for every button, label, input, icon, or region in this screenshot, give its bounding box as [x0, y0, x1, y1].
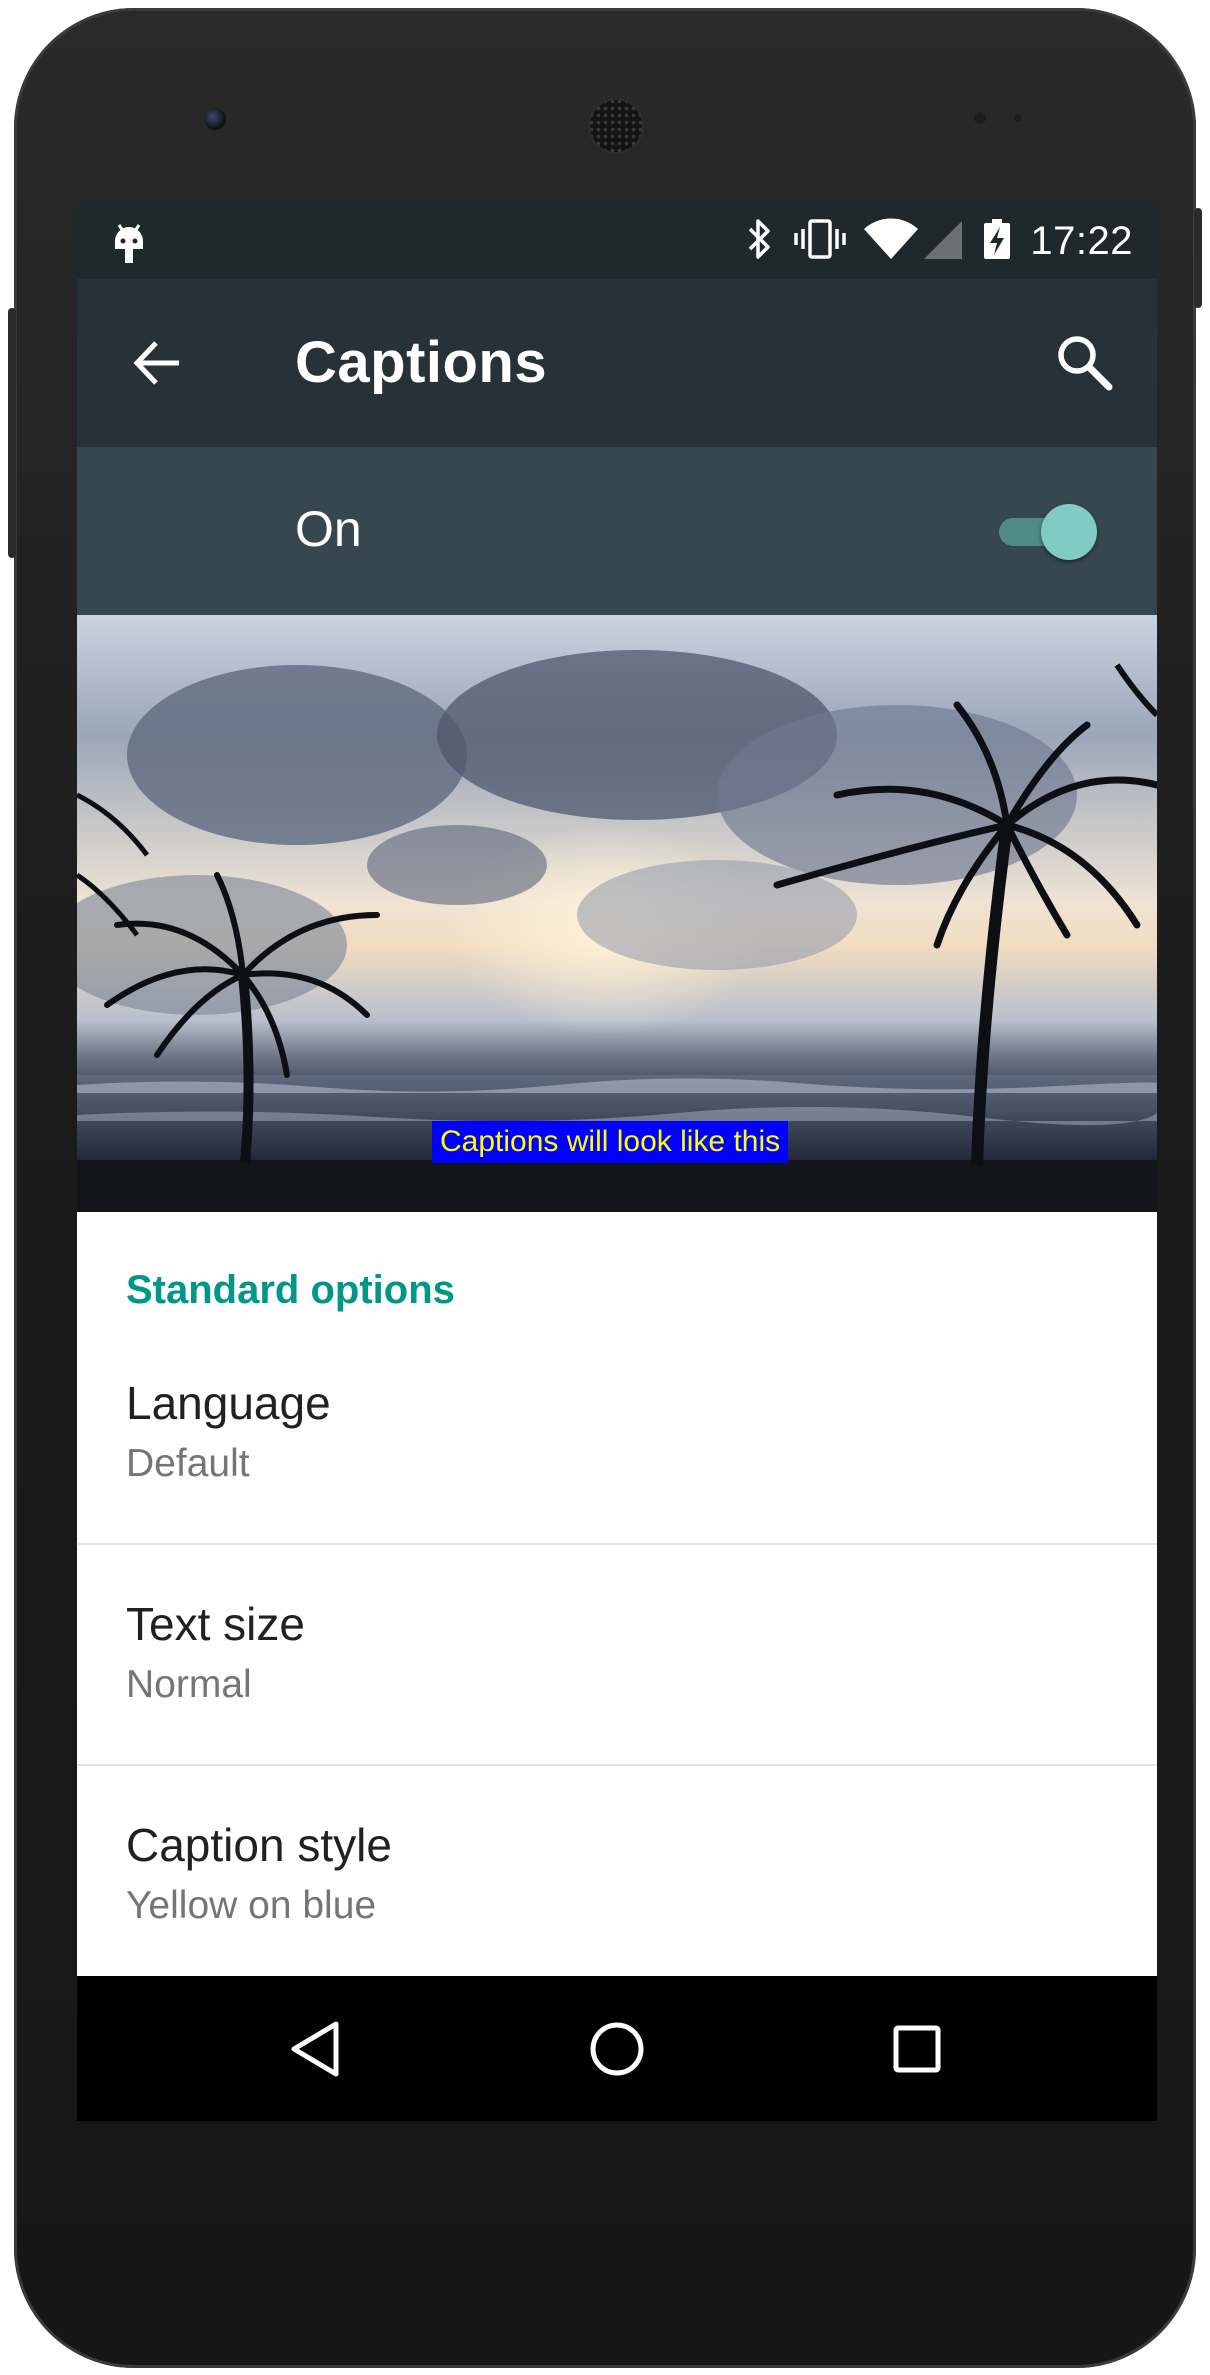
caption-sample-text: Captions will look like this [432, 1121, 789, 1163]
pref-summary: Default [126, 1442, 250, 1485]
preferences-list: Standard options Language Default Text s… [77, 1212, 1157, 1976]
pref-title: Language [126, 1377, 331, 1429]
pref-summary: Normal [126, 1663, 252, 1706]
pref-title: Text size [126, 1598, 305, 1650]
pref-title: Caption style [126, 1819, 392, 1871]
status-time: 17:22 [1030, 218, 1133, 263]
toggle-thumb [1041, 504, 1097, 560]
recents-square-icon[interactable] [884, 2016, 950, 2082]
earpiece-speaker [588, 98, 644, 154]
light-sensor [1014, 114, 1022, 122]
navigation-bar [77, 1976, 1157, 2121]
bluetooth-icon [744, 217, 776, 266]
vibrate-icon [794, 217, 847, 266]
captions-master-switch-bar[interactable]: On [77, 447, 1157, 615]
app-bar: Captions [77, 279, 1157, 447]
android-debug-icon [111, 221, 147, 270]
volume-button [1194, 208, 1202, 308]
pref-summary: Yellow on blue [126, 1884, 377, 1927]
search-icon[interactable] [1053, 331, 1115, 393]
proximity-sensor [974, 112, 986, 124]
wifi-icon [864, 217, 919, 266]
pref-text-size[interactable]: Text size Normal [77, 1545, 1157, 1766]
battery-charging-icon [982, 217, 1012, 266]
section-header-standard-options: Standard options [126, 1268, 455, 1312]
back-triangle-icon[interactable] [284, 2016, 350, 2082]
front-camera [204, 108, 226, 130]
captions-toggle[interactable] [995, 502, 1097, 562]
caption-preview: Captions will look like this [77, 615, 1157, 1212]
device-screen: 17:22 Captions On Captions will look lik… [77, 203, 1157, 2121]
switch-label: On [295, 501, 362, 557]
cell-signal-icon [922, 217, 964, 266]
power-button [8, 308, 16, 558]
page-title: Captions [295, 330, 548, 395]
arrow-back-icon[interactable] [129, 335, 185, 391]
home-circle-icon[interactable] [584, 2016, 650, 2082]
pref-language[interactable]: Language Default [77, 1324, 1157, 1545]
phone-frame: 17:22 Captions On Captions will look lik… [8, 8, 1202, 2368]
pref-caption-style[interactable]: Caption style Yellow on blue [77, 1766, 1157, 1985]
status-bar: 17:22 [77, 203, 1157, 279]
